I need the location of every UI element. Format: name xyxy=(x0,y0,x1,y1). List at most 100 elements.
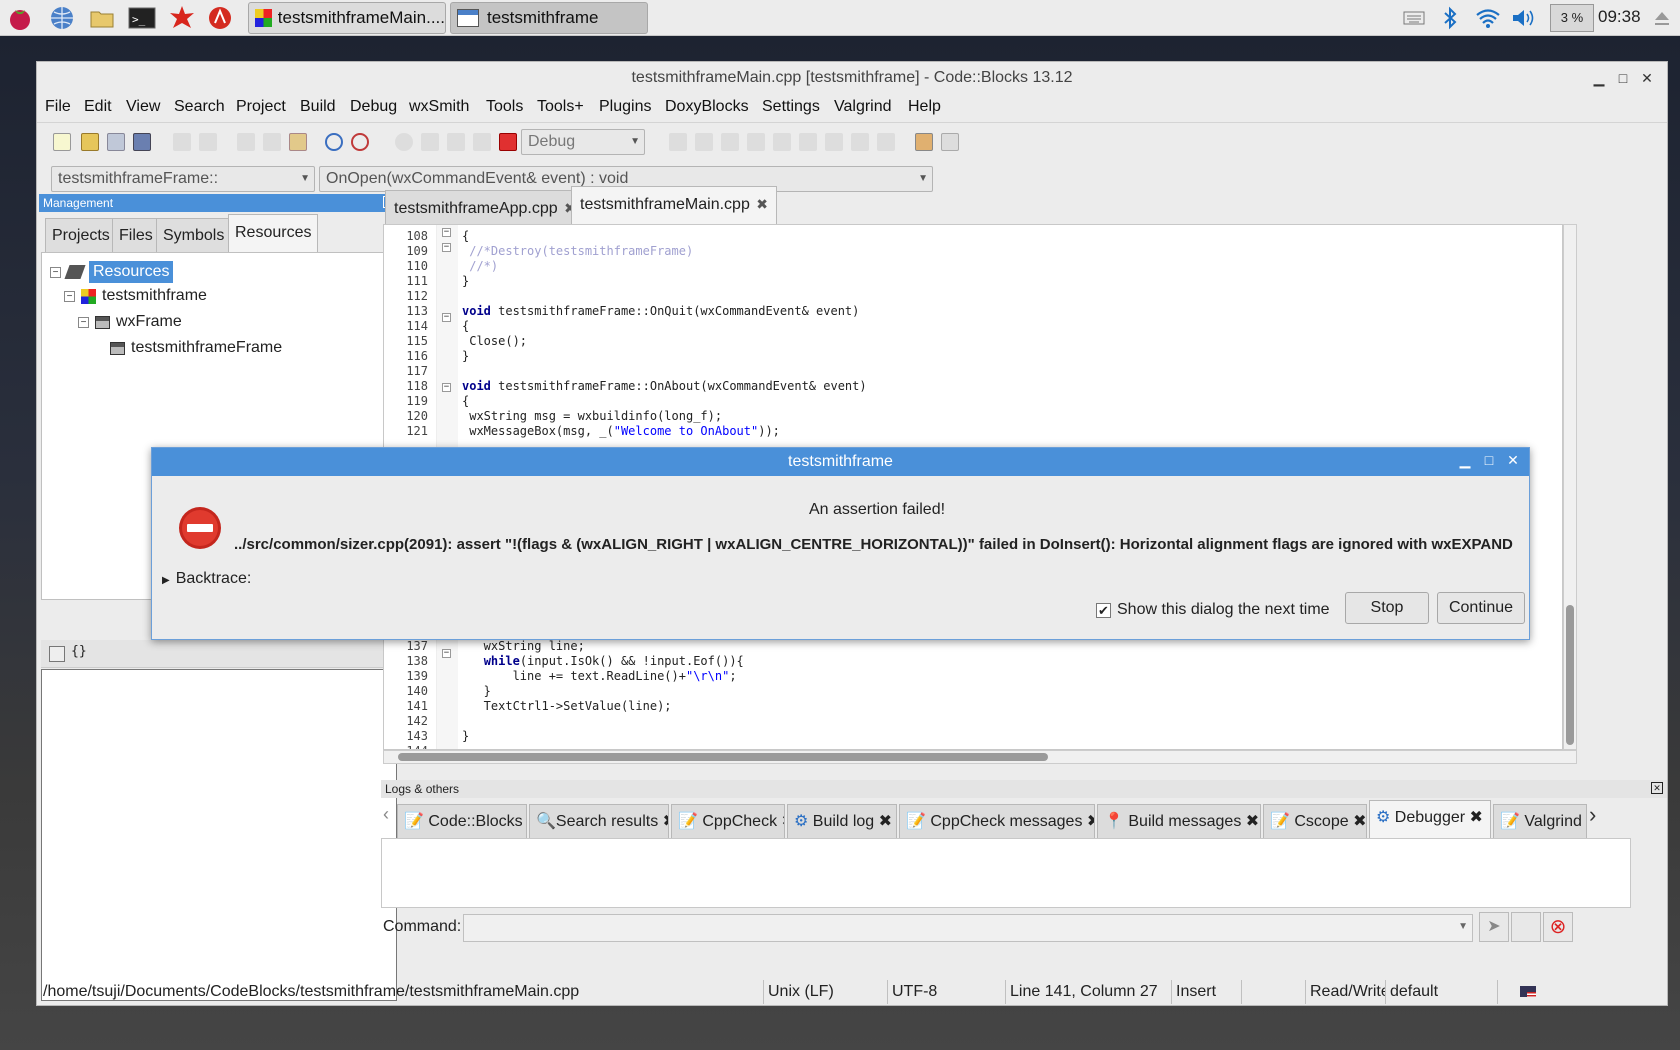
menu-tools-plus[interactable]: Tools+ xyxy=(537,98,584,116)
run-to-cursor-icon[interactable] xyxy=(695,133,713,151)
fold-toggle-icon[interactable]: − xyxy=(442,243,451,252)
menu-view[interactable]: View xyxy=(126,98,160,116)
eject-icon[interactable] xyxy=(1648,4,1676,32)
wifi-icon[interactable] xyxy=(1474,4,1502,32)
rebuild-icon[interactable] xyxy=(473,133,491,151)
tab-valgrind[interactable]: 📝 Valgrind xyxy=(1493,804,1587,838)
build-target-select[interactable]: Debug ▼ xyxy=(521,129,645,155)
menu-wxsmith[interactable]: wxSmith xyxy=(409,98,469,116)
mathematica-icon[interactable] xyxy=(168,4,196,32)
volume-icon[interactable] xyxy=(1510,4,1538,32)
maximize-button[interactable]: □ xyxy=(1613,68,1633,88)
tab-cppcheck[interactable]: 📝 CppCheck ✖ xyxy=(671,804,785,838)
tab-build-messages[interactable]: 📍 Build messages ✖ xyxy=(1097,804,1261,838)
open-file-icon[interactable] xyxy=(81,133,99,151)
scroll-thumb[interactable] xyxy=(398,753,1048,761)
chevron-down-icon[interactable]: ▼ xyxy=(1458,921,1468,932)
tree-node-frame[interactable]: testsmithframeFrame xyxy=(110,339,282,357)
raspberry-menu-icon[interactable] xyxy=(6,4,34,32)
collapse-icon[interactable]: − xyxy=(78,316,89,328)
pause-icon[interactable] xyxy=(851,133,869,151)
stop-button[interactable]: Stop xyxy=(1345,592,1429,624)
debug-continue-icon[interactable] xyxy=(669,133,687,151)
send-icon[interactable]: ➤ xyxy=(1479,912,1509,942)
terminal-icon[interactable]: >_ xyxy=(128,4,156,32)
menu-tools[interactable]: Tools xyxy=(486,98,523,116)
menu-help[interactable]: Help xyxy=(908,98,941,116)
undo-icon[interactable] xyxy=(173,133,191,151)
bluetooth-icon[interactable] xyxy=(1436,4,1464,32)
clock[interactable]: 09:38 xyxy=(1598,7,1641,27)
minimize-button[interactable]: ▁ xyxy=(1456,452,1474,469)
step-into-icon[interactable] xyxy=(747,133,765,151)
maximize-button[interactable]: □ xyxy=(1480,452,1498,468)
events-icon[interactable]: {} xyxy=(71,644,87,659)
replace-icon[interactable] xyxy=(351,133,369,151)
load-script-icon[interactable] xyxy=(1511,912,1541,942)
debugger-log[interactable] xyxy=(381,838,1631,908)
new-file-icon[interactable] xyxy=(53,133,71,151)
tab-codeblocks-log[interactable]: 📝 Code::Blocks ✖ xyxy=(397,804,527,838)
collapse-icon[interactable]: − xyxy=(64,290,75,302)
clear-icon[interactable]: ⊗ xyxy=(1543,912,1573,942)
save-all-icon[interactable] xyxy=(133,133,151,151)
step-out-icon[interactable] xyxy=(773,133,791,151)
step-instruction-icon[interactable] xyxy=(825,133,843,151)
stop-debugger-icon[interactable] xyxy=(877,133,895,151)
fold-toggle-icon[interactable]: − xyxy=(442,228,451,237)
property-grid[interactable] xyxy=(41,669,397,1001)
chevron-right-icon[interactable]: › xyxy=(1589,802,1596,828)
cpu-monitor[interactable]: 3 % xyxy=(1550,4,1594,32)
find-icon[interactable] xyxy=(325,133,343,151)
next-instruction-icon[interactable] xyxy=(799,133,817,151)
menu-search[interactable]: Search xyxy=(174,98,225,116)
fold-toggle-icon[interactable]: − xyxy=(442,383,451,392)
menu-settings[interactable]: Settings xyxy=(762,98,820,116)
paste-icon[interactable] xyxy=(289,133,307,151)
minimize-button[interactable]: ▁ xyxy=(1589,68,1609,88)
menu-doxyblocks[interactable]: DoxyBlocks xyxy=(665,98,749,116)
build-gear-icon[interactable] xyxy=(395,133,413,151)
build-run-icon[interactable] xyxy=(447,133,465,151)
tab-app-cpp[interactable]: testsmithframeApp.cpp ✖ xyxy=(385,190,585,224)
web-browser-icon[interactable] xyxy=(48,4,76,32)
task-testsmithframe[interactable]: testsmithframe xyxy=(450,2,648,34)
redo-icon[interactable] xyxy=(199,133,217,151)
tab-debugger[interactable]: ⚙ Debugger ✖ xyxy=(1369,800,1491,838)
wolfram-icon[interactable] xyxy=(206,4,234,32)
file-manager-icon[interactable] xyxy=(88,4,116,32)
fold-toggle-icon[interactable]: − xyxy=(442,313,451,322)
continue-button[interactable]: Continue xyxy=(1437,592,1525,624)
menu-edit[interactable]: Edit xyxy=(84,98,112,116)
close-icon[interactable]: ✖ xyxy=(756,196,768,212)
properties-icon[interactable] xyxy=(49,646,65,662)
copy-icon[interactable] xyxy=(263,133,281,151)
close-button[interactable]: ✕ xyxy=(1504,452,1522,469)
menu-build[interactable]: Build xyxy=(300,98,336,116)
debug-windows-icon[interactable] xyxy=(915,133,933,151)
tree-node-project[interactable]: − testsmithframe xyxy=(64,287,207,305)
scope-class-select[interactable]: testsmithframeFrame:: ▼ xyxy=(51,166,315,192)
fold-toggle-icon[interactable]: − xyxy=(442,649,451,658)
close-button[interactable]: ✕ xyxy=(1637,68,1657,88)
abort-icon[interactable] xyxy=(499,133,517,151)
menu-file[interactable]: File xyxy=(45,98,71,116)
menu-valgrind[interactable]: Valgrind xyxy=(834,98,892,116)
tab-files[interactable]: Files xyxy=(112,218,160,252)
tab-build-log[interactable]: ⚙ Build log ✖ xyxy=(787,804,897,838)
tab-symbols[interactable]: Symbols xyxy=(156,218,232,252)
close-icon[interactable]: ✕ xyxy=(1651,782,1663,794)
tab-cppcheck-messages[interactable]: 📝 CppCheck messages ✖ xyxy=(899,804,1095,838)
save-icon[interactable] xyxy=(107,133,125,151)
menu-debug[interactable]: Debug xyxy=(350,98,397,116)
tree-node-wxframe[interactable]: − wxFrame xyxy=(78,313,182,331)
command-input[interactable]: ▼ xyxy=(463,914,1473,942)
keyboard-icon[interactable] xyxy=(1400,4,1428,32)
scroll-thumb[interactable] xyxy=(1566,605,1574,745)
task-codeblocks[interactable]: testsmithframeMain.... xyxy=(248,2,446,34)
checkbox-icon[interactable]: ✔ xyxy=(1096,602,1111,618)
tree-node-resources[interactable]: − Resources xyxy=(50,261,174,283)
backtrace-expander[interactable]: ▶ Backtrace: xyxy=(162,570,251,588)
tab-search-results[interactable]: 🔍Search results ✖ xyxy=(529,804,669,838)
debug-info-icon[interactable] xyxy=(941,133,959,151)
